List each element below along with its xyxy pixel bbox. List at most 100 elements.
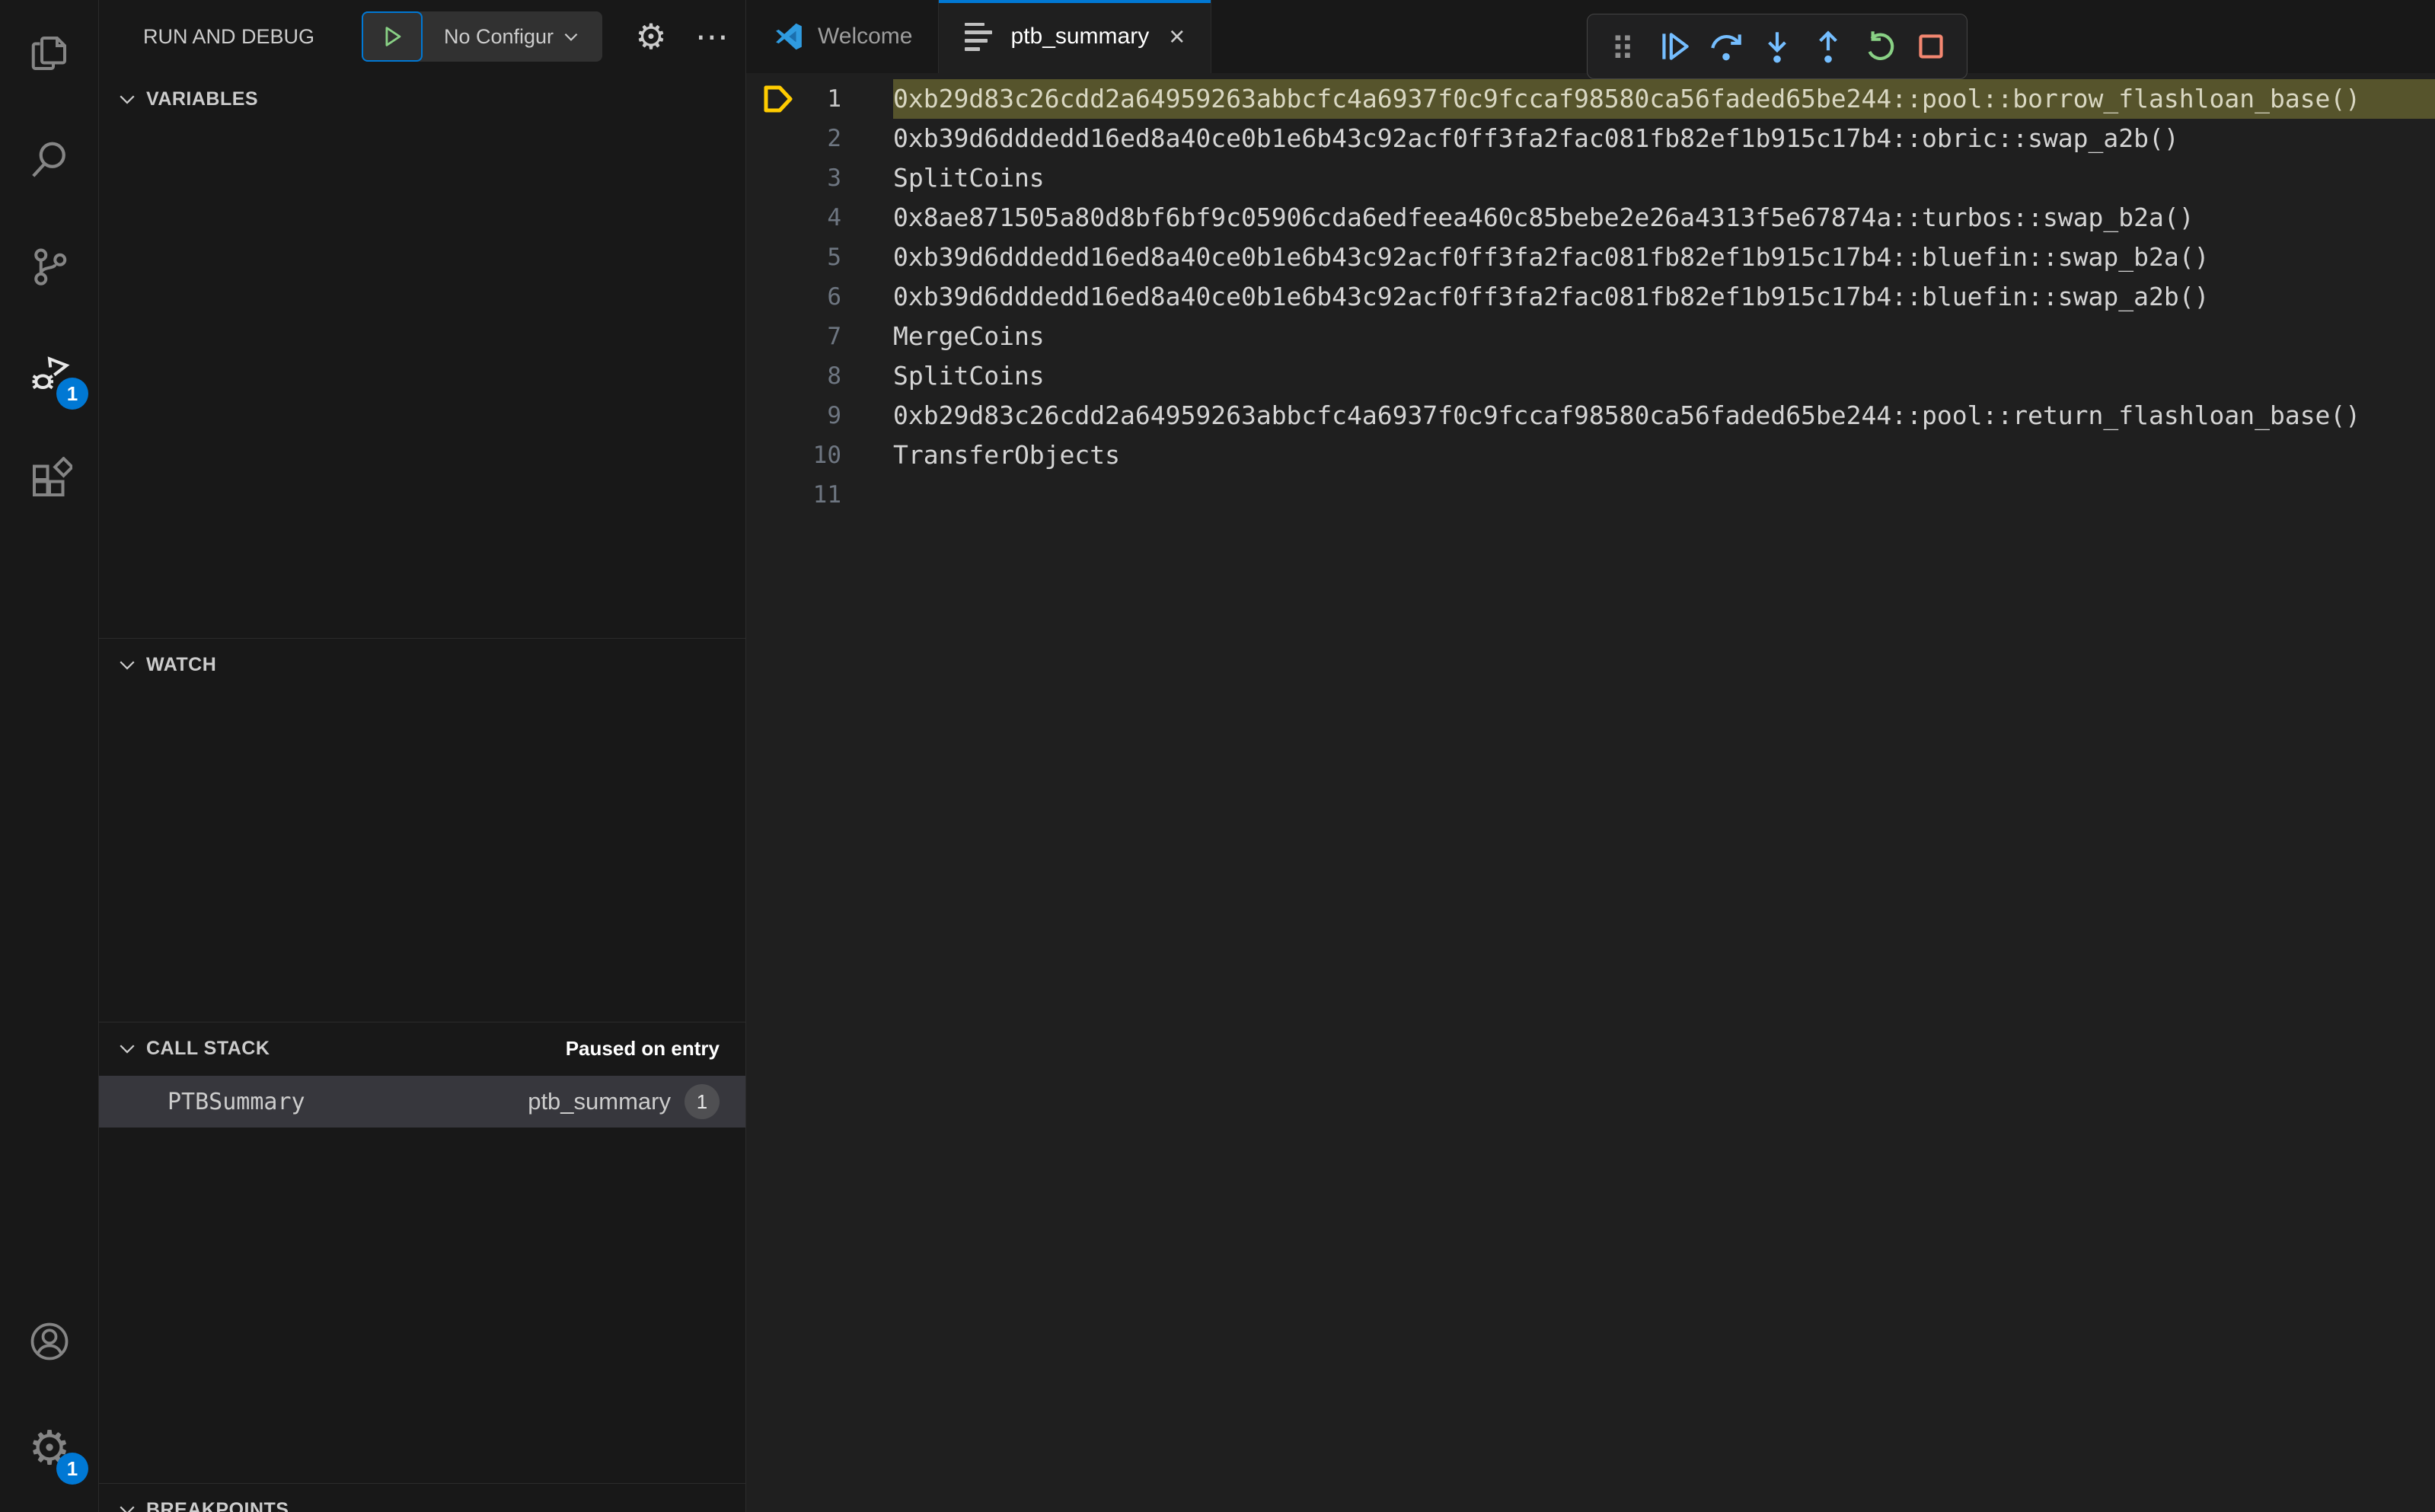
- line-number: 3: [827, 164, 841, 192]
- launch-control: No Configur: [362, 11, 602, 62]
- continue-button[interactable]: [1651, 23, 1698, 70]
- continue-icon: [1662, 33, 1690, 60]
- tab-bar: Welcome ptb_summary ×: [746, 0, 2435, 79]
- tab-ptb-summary[interactable]: ptb_summary ×: [939, 0, 1212, 73]
- variables-section-header[interactable]: VARIABLES: [99, 73, 745, 125]
- more-icon: ⋯: [695, 17, 729, 56]
- gutter[interactable]: 2: [746, 119, 893, 158]
- toolbar-drag-handle[interactable]: [1600, 23, 1647, 70]
- code-text: SplitCoins: [893, 163, 1045, 193]
- chevron-down-icon: [120, 95, 135, 104]
- gutter[interactable]: 11: [746, 475, 893, 515]
- source-control-icon: [34, 248, 67, 285]
- code-text: SplitCoins: [893, 361, 1045, 391]
- step-out-icon: [1819, 30, 1838, 63]
- step-out-button[interactable]: [1805, 23, 1852, 70]
- variables-section-label: VARIABLES: [146, 88, 259, 110]
- sidebar-title: RUN AND DEBUG: [143, 24, 315, 48]
- code-text: 0xb39d6dddedd16ed8a40ce0b1e6b43c92acf0ff…: [893, 242, 2210, 272]
- variables-section: VARIABLES: [99, 73, 745, 638]
- code-line-9[interactable]: 9 0xb29d83c26cdd2a64959263abbcfc4a6937f0…: [746, 396, 2435, 435]
- call-stack-frame-row[interactable]: PTBSummary ptb_summary 1: [99, 1076, 745, 1128]
- gutter[interactable]: 10: [746, 435, 893, 475]
- code-text: 0xb29d83c26cdd2a64959263abbcfc4a6937f0c9…: [893, 400, 2361, 430]
- gutter[interactable]: 3: [746, 158, 893, 198]
- stop-icon: [1919, 34, 1943, 59]
- code-line-8[interactable]: 8 SplitCoins: [746, 356, 2435, 396]
- code-line-11[interactable]: 11: [746, 475, 2435, 515]
- play-icon: [385, 27, 401, 46]
- gutter[interactable]: 7: [746, 317, 893, 356]
- search-icon: [32, 142, 65, 177]
- line-number: 5: [827, 244, 841, 271]
- activity-extensions-button[interactable]: [0, 426, 99, 533]
- activity-bar-bottom: ⚙ 1: [0, 1288, 98, 1512]
- code-line-6[interactable]: 6 0xb39d6dddedd16ed8a40ce0b1e6b43c92acf0…: [746, 277, 2435, 317]
- code-text: 0x8ae871505a80d8bf6bf9c05906cda6edfeea46…: [893, 203, 2194, 232]
- code-text: MergeCoins: [893, 321, 1045, 351]
- code-text: 0xb39d6dddedd16ed8a40ce0b1e6b43c92acf0ff…: [893, 282, 2210, 311]
- step-over-icon: [1710, 34, 1741, 61]
- list-file-icon: [965, 20, 998, 53]
- line-number: 7: [827, 323, 841, 350]
- vscode-window: 1 ⚙ 1 RUN AND DEBUG No Configur ⚙ ⋯ VARI…: [0, 0, 2435, 1512]
- debug-sidebar: RUN AND DEBUG No Configur ⚙ ⋯ VARIABLES …: [99, 0, 746, 1512]
- files-icon: [31, 37, 66, 70]
- call-stack-section-header[interactable]: CALL STACK Paused on entry: [99, 1022, 745, 1074]
- activity-source-control-button[interactable]: [0, 213, 99, 320]
- gutter[interactable]: 9: [746, 396, 893, 435]
- activity-run-debug-button[interactable]: 1: [0, 320, 99, 426]
- line-number: 8: [827, 362, 841, 390]
- debug-config-dropdown[interactable]: No Configur: [423, 11, 602, 62]
- tab-welcome[interactable]: Welcome: [746, 0, 940, 73]
- settings-badge: 1: [56, 1453, 88, 1485]
- stop-button[interactable]: [1907, 23, 1955, 70]
- views-more-actions-button[interactable]: ⋯: [685, 0, 739, 73]
- gutter[interactable]: 8: [746, 356, 893, 396]
- settings-button[interactable]: ⚙ 1: [0, 1395, 99, 1501]
- activity-explorer-button[interactable]: [0, 0, 99, 107]
- editor-area: Welcome ptb_summary × 1 0xb29d83c26cdd2a…: [746, 0, 2435, 1512]
- restart-button[interactable]: [1856, 23, 1904, 70]
- account-icon: [30, 1322, 69, 1360]
- tab-ptb-summary-label: ptb_summary: [1010, 24, 1150, 49]
- line-number: 10: [812, 442, 841, 469]
- chevron-down-icon: [120, 661, 135, 670]
- activity-bar: 1 ⚙ 1: [0, 0, 99, 1512]
- watch-section-header[interactable]: WATCH: [99, 639, 745, 691]
- code-line-7[interactable]: 7 MergeCoins: [746, 317, 2435, 356]
- close-icon[interactable]: ×: [1169, 23, 1185, 50]
- code-text: 0xb29d83c26cdd2a64959263abbcfc4a6937f0c9…: [893, 79, 2435, 119]
- line-number: 2: [827, 125, 841, 152]
- frame-source: ptb_summary: [528, 1088, 671, 1115]
- gutter[interactable]: 4: [746, 198, 893, 238]
- gutter[interactable]: 1: [746, 79, 893, 119]
- watch-section-label: WATCH: [146, 653, 217, 675]
- code-viewport[interactable]: 1 0xb29d83c26cdd2a64959263abbcfc4a6937f0…: [746, 73, 2435, 1512]
- debug-settings-button[interactable]: ⚙: [624, 0, 678, 73]
- gear-icon: ⚙: [635, 16, 667, 57]
- accounts-button[interactable]: [0, 1288, 99, 1395]
- gutter[interactable]: 5: [746, 238, 893, 277]
- gutter[interactable]: 6: [746, 277, 893, 317]
- line-number: 9: [827, 402, 841, 429]
- frame-name: PTBSummary: [168, 1088, 305, 1115]
- code-line-1[interactable]: 1 0xb29d83c26cdd2a64959263abbcfc4a6937f0…: [746, 79, 2435, 119]
- step-over-button[interactable]: [1703, 23, 1750, 70]
- code-text: TransferObjects: [893, 440, 1121, 470]
- extensions-icon: [33, 457, 72, 496]
- code-line-4[interactable]: 4 0x8ae871505a80d8bf6bf9c05906cda6edfeea…: [746, 198, 2435, 238]
- step-into-button[interactable]: [1754, 23, 1801, 70]
- code-line-2[interactable]: 2 0xb39d6dddedd16ed8a40ce0b1e6b43c92acf0…: [746, 119, 2435, 158]
- start-debugging-button[interactable]: [362, 11, 423, 62]
- code-line-5[interactable]: 5 0xb39d6dddedd16ed8a40ce0b1e6b43c92acf0…: [746, 238, 2435, 277]
- activity-search-button[interactable]: [0, 107, 99, 213]
- call-stack-section-label: CALL STACK: [146, 1037, 270, 1059]
- chevron-down-icon: [120, 1045, 135, 1054]
- breakpoints-section: BREAKPOINTS: [99, 1483, 745, 1512]
- gripper-icon: [1615, 35, 1630, 58]
- vscode-logo-icon: [776, 23, 802, 50]
- code-line-3[interactable]: 3 SplitCoins: [746, 158, 2435, 198]
- code-line-10[interactable]: 10 TransferObjects: [746, 435, 2435, 475]
- breakpoints-section-header[interactable]: BREAKPOINTS: [99, 1484, 745, 1512]
